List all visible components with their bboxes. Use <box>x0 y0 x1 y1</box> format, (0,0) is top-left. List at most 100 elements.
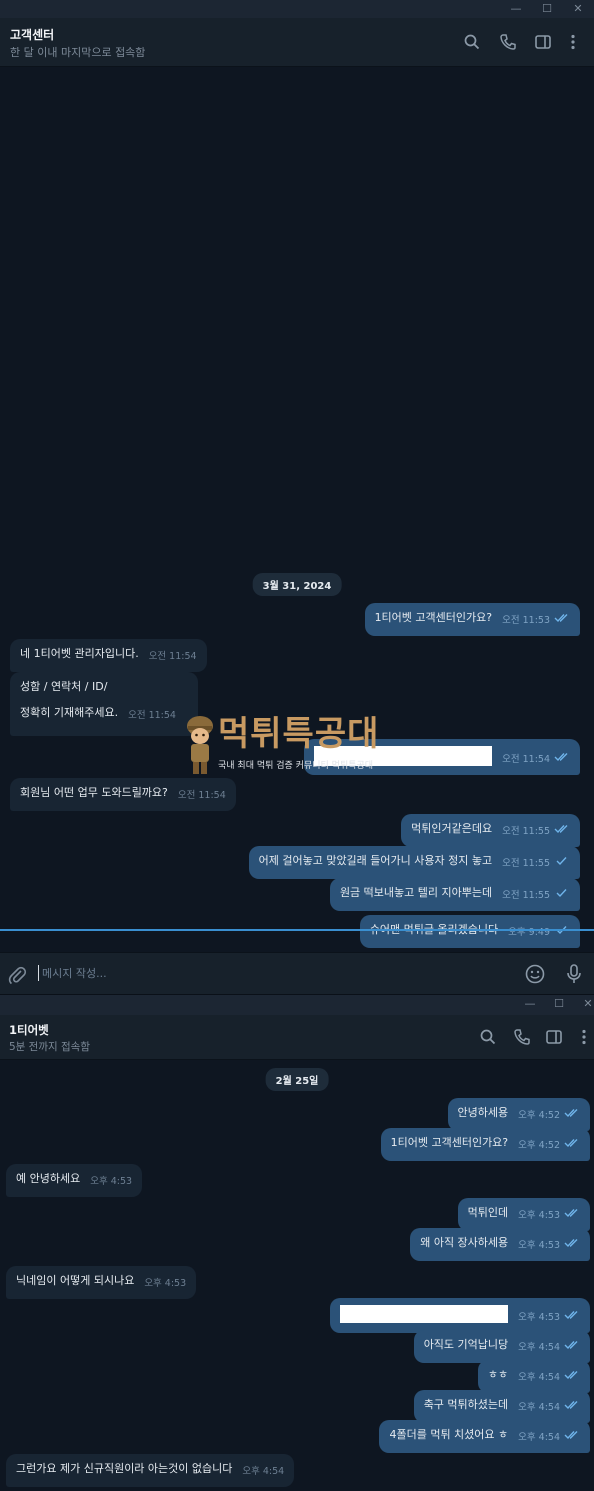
date-badge: 2월 25일 <box>265 1068 329 1091</box>
message-text: 그런가요 제가 신규직원이라 아는것이 없습니다 <box>16 1462 233 1475</box>
message-bubble[interactable]: 왜 아직 장사하세용 오후 4:53 <box>410 1228 590 1261</box>
message-bubble[interactable]: 슈어맨 먹튀글 올리겠습니다 오후 9:49 <box>359 915 580 948</box>
double-check-icon <box>554 753 568 762</box>
message-text: 닉네임이 어떻게 되시나요 <box>16 1274 135 1287</box>
message-time: 오전 11:55 <box>502 826 550 837</box>
message-time: 오후 4:54 <box>518 1372 560 1383</box>
message-text: 축구 먹튀하셨는데 <box>423 1398 509 1411</box>
close-icon[interactable]: ✕ <box>576 995 594 1013</box>
message-text: 4폴더를 먹튀 치셨어요 ㅎ <box>389 1428 509 1441</box>
soldier-mascot-icon <box>187 716 213 774</box>
double-check-icon <box>554 614 568 623</box>
composer: 메시지 작성... <box>0 952 594 994</box>
message-time: 오후 4:52 <box>518 1140 560 1151</box>
message-time: 오전 11:54 <box>177 790 226 801</box>
chat-header: 고객센터 한 달 이내 마지막으로 접속함 <box>0 18 594 67</box>
double-check-icon <box>564 1341 578 1350</box>
message-time: 오후 4:53 <box>518 1240 560 1251</box>
attach-icon[interactable] <box>7 965 27 985</box>
chat-header: 1티어벳 5분 전까지 접속함 <box>0 1015 594 1060</box>
minimize-icon[interactable]: — <box>504 0 528 18</box>
message-bubble[interactable]: 안녕하세용 오후 4:52 <box>447 1098 590 1131</box>
minimize-icon[interactable]: — <box>518 995 542 1013</box>
message-bubble[interactable]: 회원님 어떤 업무 도와드릴까요? 오전 11:54 <box>10 778 236 811</box>
double-check-icon <box>564 1311 578 1320</box>
message-time: 오전 11:55 <box>502 858 550 869</box>
message-bubble[interactable]: 네 1티어벳 관리자입니다. 오전 11:54 <box>10 639 207 672</box>
message-bubble[interactable]: 아직도 기억납니당 오후 4:54 <box>413 1330 590 1363</box>
message-time: 오후 4:53 <box>144 1278 187 1289</box>
message-text: 회원님 어떤 업무 도와드릴까요? <box>20 786 168 799</box>
maximize-icon[interactable]: ☐ <box>535 0 559 18</box>
message-time: 오전 11:54 <box>148 651 197 662</box>
chat-title[interactable]: 1티어벳 <box>9 1022 49 1038</box>
double-check-icon <box>564 1209 578 1218</box>
message-text: 어제 걸어놓고 맞았길래 들어가니 사용자 정지 놓고 <box>258 854 493 867</box>
message-bubble[interactable]: 성함 / 연락처 / ID/ 정확히 기재해주세요. 오전 11:54 <box>10 672 198 736</box>
search-icon[interactable] <box>479 1028 497 1046</box>
text-cursor <box>38 965 39 981</box>
emoji-icon[interactable] <box>524 963 546 985</box>
message-input[interactable]: 메시지 작성... <box>42 965 107 981</box>
chat-status: 한 달 이내 마지막으로 접속함 <box>10 46 146 59</box>
message-bubble[interactable]: 오후 4:53 <box>330 1298 590 1333</box>
message-time: 오전 11:54 <box>502 754 550 765</box>
message-bubble[interactable]: 1티어벳 고객센터인가요? 오후 4:52 <box>380 1128 590 1161</box>
message-bubble[interactable]: 먹튀인거같은데요 오전 11:55 <box>401 814 580 847</box>
double-check-icon <box>564 1371 578 1380</box>
message-time: 오전 11:53 <box>502 615 550 626</box>
date-badge: 3월 31, 2024 <box>252 573 342 596</box>
chat-title[interactable]: 고객센터 <box>10 26 54 43</box>
message-text: 네 1티어벳 관리자입니다. <box>20 647 139 660</box>
message-bubble[interactable]: 예 안녕하세요 오후 4:53 <box>6 1164 143 1197</box>
sidebar-toggle-icon[interactable] <box>534 33 552 51</box>
message-text: ㅎㅎ <box>487 1368 509 1381</box>
double-check-icon <box>564 1139 578 1148</box>
message-bubble[interactable]: 1티어벳 고객센터인가요? 오전 11:53 <box>364 603 580 636</box>
more-vertical-icon[interactable] <box>575 1028 593 1046</box>
message-bubble[interactable]: 4폴더를 먹튀 치셨어요 ㅎ 오후 4:54 <box>379 1420 590 1453</box>
message-bubble[interactable]: 어제 걸어놓고 맞았길래 들어가니 사용자 정지 놓고 오전 11:55 <box>248 846 580 879</box>
message-time: 오후 4:54 <box>518 1432 560 1443</box>
sidebar-toggle-icon[interactable] <box>545 1028 563 1046</box>
message-bubble[interactable]: 원금 떡보내놓고 텔리 지아뿌는데 오전 11:55 <box>329 878 580 911</box>
double-check-icon <box>564 1401 578 1410</box>
chat-window-2: — ☐ ✕ 1티어벳 5분 전까지 접속함 2월 25일 안녕하세용오후 4:5… <box>0 994 594 1491</box>
message-time: 오후 4:53 <box>518 1210 560 1221</box>
maximize-icon[interactable]: ☐ <box>547 995 571 1013</box>
close-icon[interactable]: ✕ <box>566 0 590 18</box>
phone-icon[interactable] <box>499 33 517 51</box>
message-time: 오후 4:54 <box>518 1342 560 1353</box>
microphone-icon[interactable] <box>563 963 585 985</box>
message-text: 원금 떡보내놓고 텔리 지아뿌는데 <box>339 886 493 899</box>
message-text: 아직도 기억납니당 <box>423 1338 509 1351</box>
more-vertical-icon[interactable] <box>564 33 582 51</box>
message-list[interactable]: 3월 31, 2024 1티어벳 고객센터인가요? 오전 11:53 네 1티어벳… <box>0 67 594 952</box>
message-bubble[interactable]: ㅎㅎ 오후 4:54 <box>477 1360 590 1393</box>
chat-window-1: — ☐ ✕ 고객센터 한 달 이내 마지막으로 접속함 3월 31, 2024 … <box>0 0 594 994</box>
message-bubble[interactable]: 그런가요 제가 신규직원이라 아는것이 없습니다 오후 4:54 <box>6 1454 295 1487</box>
double-check-icon <box>564 1239 578 1248</box>
new-messages-divider <box>0 929 594 931</box>
phone-icon[interactable] <box>513 1028 531 1046</box>
double-check-icon <box>564 1109 578 1118</box>
watermark-tagline: 국내 최대 먹튀 검증 커뮤니티 먹튀특공대 <box>218 761 374 771</box>
message-time: 오후 4:52 <box>518 1110 560 1121</box>
message-bubble[interactable]: 먹튀인데 오후 4:53 <box>457 1198 590 1231</box>
message-time: 오후 4:54 <box>242 1466 285 1477</box>
single-check-icon <box>556 889 567 898</box>
chat-status: 5분 전까지 접속함 <box>9 1041 90 1053</box>
message-text: 왜 아직 장사하세용 <box>420 1236 509 1249</box>
message-time: 오후 9:49 <box>508 927 550 938</box>
search-icon[interactable] <box>463 33 481 51</box>
message-bubble[interactable]: 축구 먹튀하셨는데 오후 4:54 <box>413 1390 590 1423</box>
message-time: 오후 4:54 <box>518 1402 560 1413</box>
message-time: 오후 4:53 <box>90 1176 133 1187</box>
message-list[interactable]: 2월 25일 안녕하세용 오후 4:52 1티어벳 고객센터인가요? 오후 4:52… <box>0 1060 594 1491</box>
watermark-brand: 먹튀특공대 <box>218 714 380 754</box>
message-bubble[interactable]: 닉네임이 어떻게 되시나요 오후 4:53 <box>6 1266 197 1299</box>
double-check-icon <box>564 1431 578 1440</box>
redacted-text <box>340 1305 509 1323</box>
title-bar: — ☐ ✕ <box>0 0 594 18</box>
message-text: 안녕하세용 <box>457 1106 509 1119</box>
